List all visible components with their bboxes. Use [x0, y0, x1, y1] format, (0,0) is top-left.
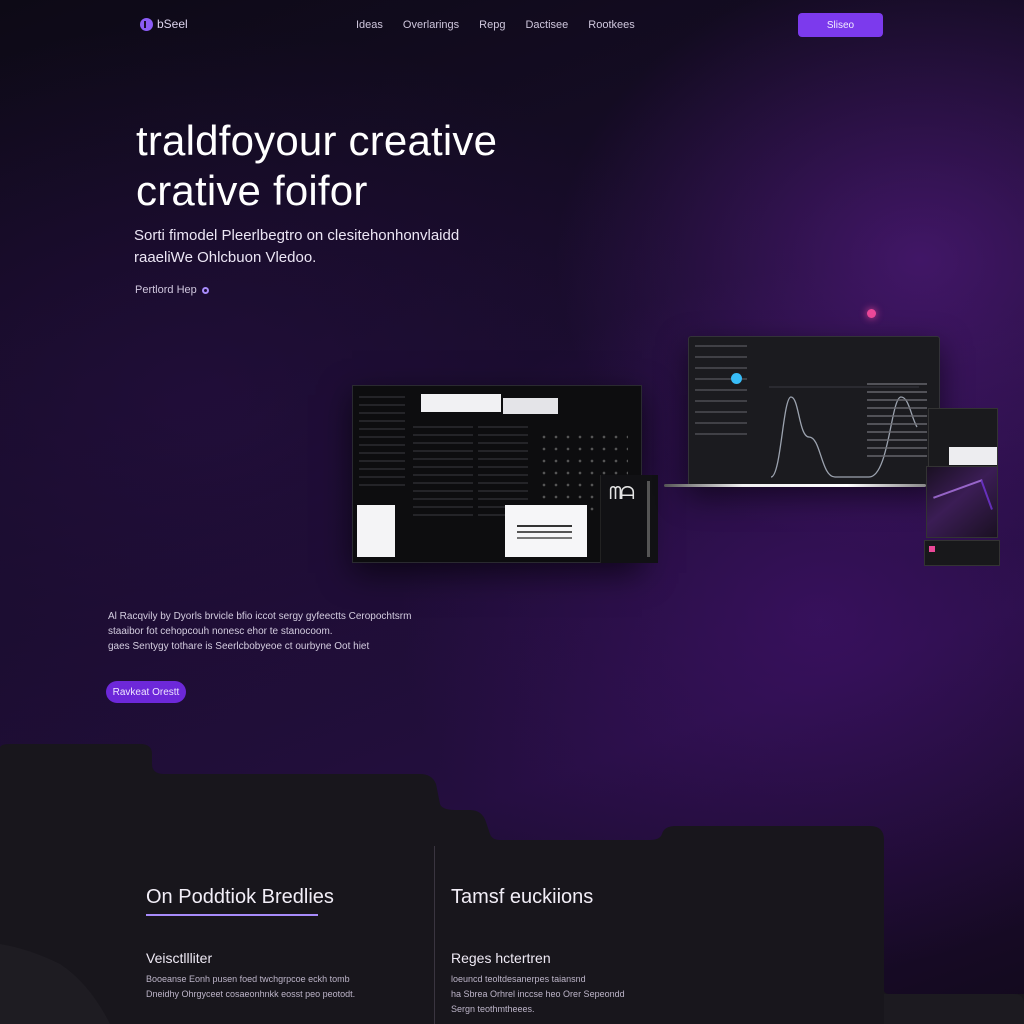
description-cta-button[interactable]: Ravkeat Orestt — [106, 681, 186, 703]
features-right-subtitle: Reges hctertren — [451, 950, 551, 966]
description-text: Al Racqvily by Dyorls brvicle bfio iccot… — [108, 609, 468, 654]
circle-arrow-icon — [201, 286, 209, 294]
mockup-status-dot — [731, 373, 742, 384]
hero-link[interactable]: Pertlord Hep — [135, 284, 209, 296]
mockup-header-block — [503, 398, 558, 414]
hero-title-line2: crative foifor — [136, 167, 368, 214]
mockup-header-block — [421, 394, 501, 412]
features-right-text-line1: loeuncd teoltdesanerpes taiansnd — [451, 974, 586, 984]
column-divider — [434, 846, 435, 1024]
tablet-mockup-image — [926, 466, 998, 538]
description-line3: gaes Sentygy tothare is Seerlcbobyeoe ct… — [108, 641, 370, 652]
features-right-text: loeuncd teoltdesanerpes taiansnd ha Sbre… — [451, 972, 711, 1017]
phone-mockup-image — [928, 408, 998, 468]
features-right-text-line2: ha Sbrea Orhrel inccse heo Orer Sepeondd — [451, 989, 625, 999]
analytics-mockup-image — [688, 336, 940, 486]
nav-link-ideas[interactable]: Ideas — [356, 19, 383, 31]
decorative-dot — [867, 309, 876, 318]
nav-link-dactisee[interactable]: Dactisee — [525, 19, 568, 31]
features-left-text-line1: Booeanse Eonh pusen foed twchgrpcoe eckh… — [146, 974, 350, 984]
mockup-glyph-icon: ᗰᗩ — [609, 483, 635, 504]
description-line1: Al Racqvily by Dyorls brvicle bfio iccot… — [108, 611, 412, 622]
logo-text: bSeel — [157, 17, 188, 31]
mockup-data-rows — [867, 383, 927, 463]
hero-subtitle: Sorti fimodel Pleerlbegtro on clesitehon… — [134, 225, 554, 269]
features-right-text-line3: Sergn teothmtheees. — [451, 1004, 535, 1014]
nav-cta-button[interactable]: Sliseo — [798, 13, 883, 37]
dashboard-mockup-image — [352, 385, 642, 563]
hero-title-line1: traldfoyour creative — [136, 117, 498, 164]
hero-subtitle-line2: raaeliWe Ohlcbuon Vledoo. — [134, 249, 317, 266]
mockup-card — [357, 505, 395, 557]
mockup-card — [505, 505, 587, 557]
nav-links: Ideas Overlarings Repg Dactisee Rootkees — [356, 19, 635, 31]
features-right-title: Tamsf euckiions — [451, 886, 594, 908]
mockup-list-column — [478, 426, 528, 516]
nav-link-rootkees[interactable]: Rootkees — [588, 19, 634, 31]
features-left-title: On Poddtiok Bredlies — [146, 886, 334, 908]
hero-subtitle-line1: Sorti fimodel Pleerlbegtro on clesitehon… — [134, 227, 460, 244]
mockup-sidebar — [695, 345, 747, 435]
mockup-scrollbar — [647, 481, 650, 557]
hero-link-label: Pertlord Hep — [135, 284, 197, 296]
top-nav: bSeel Ideas Overlarings Repg Dactisee Ro… — [0, 12, 1024, 38]
mockup-card — [949, 447, 997, 465]
mockup-list-column — [413, 426, 473, 516]
features-left-text-line2: Dneidhy Ohrgyceet cosaeonhnkk eosst peo … — [146, 989, 356, 999]
title-underline — [146, 914, 318, 916]
logo-icon — [140, 17, 153, 31]
mockup-base-bar — [664, 484, 926, 487]
mockup-list-column — [359, 396, 405, 486]
mockup-strip — [924, 540, 1000, 566]
nav-link-repg[interactable]: Repg — [479, 19, 505, 31]
hero-title: traldfoyour creative crative foifor — [136, 116, 636, 216]
features-left-subtitle: Veisctllliter — [146, 950, 213, 966]
nav-link-overlarings[interactable]: Overlarings — [403, 19, 459, 31]
mockup-side-panel: ᗰᗩ — [600, 475, 658, 563]
features-left-text: Booeanse Eonh pusen foed twchgrpcoe eckh… — [146, 972, 406, 1002]
logo[interactable]: bSeel — [140, 17, 188, 31]
description-line2: staaibor fot cehopcouh nonesc ehor te st… — [108, 626, 333, 637]
